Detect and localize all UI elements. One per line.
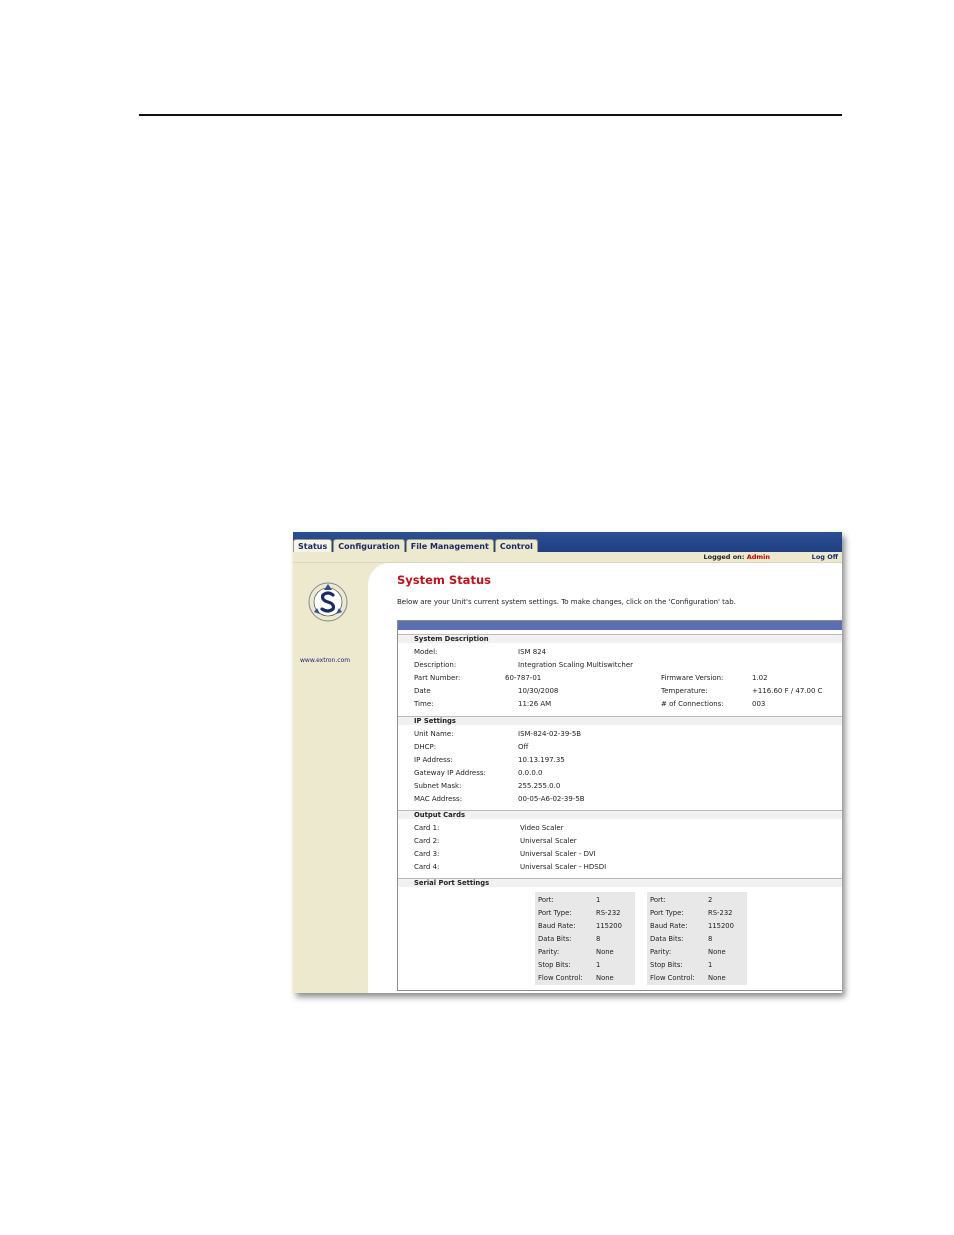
stop-bits-label: Stop Bits: bbox=[538, 961, 571, 969]
sys-value-date: 10/30/2008 bbox=[518, 687, 559, 695]
logged-on-status: Logged on: Admin bbox=[703, 553, 770, 561]
port-type-value: RS-232 bbox=[708, 909, 733, 917]
port-type-label: Port Type: bbox=[538, 909, 572, 917]
section-system-description: System Description bbox=[398, 634, 842, 643]
sidebar: www.extron.com bbox=[293, 563, 368, 993]
card-value-1: Video Scaler bbox=[520, 824, 564, 832]
flow-control-label: Flow Control: bbox=[650, 974, 695, 982]
sys-value-time: 11:26 AM bbox=[518, 700, 552, 708]
port-label: Port: bbox=[538, 896, 554, 904]
flow-control-label: Flow Control: bbox=[538, 974, 583, 982]
data-bits-value: 8 bbox=[708, 935, 713, 943]
sys-value-part-number: 60-787-01 bbox=[505, 674, 542, 682]
tab-file-management[interactable]: File Management bbox=[405, 539, 494, 553]
serial-port-card: Port: 1 Port Type: RS-232 Baud Rate: 115… bbox=[535, 892, 635, 985]
section-serial-port-settings: Serial Port Settings bbox=[398, 878, 842, 887]
data-bits-label: Data Bits: bbox=[538, 935, 572, 943]
data-bits-label: Data Bits: bbox=[650, 935, 684, 943]
tab-status[interactable]: Status bbox=[293, 539, 333, 553]
ip-label-dhcp: DHCP: bbox=[414, 743, 437, 751]
sys-label-time: Time: bbox=[414, 700, 434, 708]
ip-value-unit-name: ISM-824-02-39-5B bbox=[518, 730, 582, 738]
ip-label-ip-address: IP Address: bbox=[414, 756, 453, 764]
sys-value-firmware: 1.02 bbox=[752, 674, 768, 682]
sys-label-description: Description: bbox=[414, 661, 457, 669]
tab-bar: Status Configuration File Management Con… bbox=[293, 539, 539, 553]
ip-label-subnet: Subnet Mask: bbox=[414, 782, 462, 790]
sys-label-temperature: Temperature: bbox=[661, 687, 708, 695]
intro-text: Below are your Unit's current system set… bbox=[397, 598, 736, 606]
stop-bits-label: Stop Bits: bbox=[650, 961, 683, 969]
port-type-value: RS-232 bbox=[596, 909, 621, 917]
sys-label-connections: # of Connections: bbox=[661, 700, 724, 708]
sys-value-connections: 003 bbox=[752, 700, 766, 708]
baud-rate-value: 115200 bbox=[708, 922, 734, 930]
sys-label-model: Model: bbox=[414, 648, 438, 656]
ip-value-ip-address: 10.13.197.35 bbox=[518, 756, 565, 764]
ip-label-mac: MAC Address: bbox=[414, 795, 463, 803]
card-label-3: Card 3: bbox=[414, 850, 440, 858]
port-value: 1 bbox=[596, 896, 601, 904]
parity-value: None bbox=[596, 948, 614, 956]
sys-value-temperature: +116.60 F / 47.00 C bbox=[752, 687, 823, 695]
parity-label: Parity: bbox=[650, 948, 672, 956]
card-label-1: Card 1: bbox=[414, 824, 440, 832]
card-label-2: Card 2: bbox=[414, 837, 440, 845]
baud-rate-label: Baud Rate: bbox=[650, 922, 688, 930]
browser-screenshot: Status Configuration File Management Con… bbox=[293, 532, 842, 993]
sys-label-date: Date bbox=[414, 687, 431, 695]
sys-value-model: ISM 824 bbox=[518, 648, 547, 656]
page-header-rule bbox=[139, 114, 842, 116]
card-value-3: Universal Scaler - DVI bbox=[520, 850, 596, 858]
tab-configuration[interactable]: Configuration bbox=[333, 539, 405, 553]
section-ip-settings: IP Settings bbox=[398, 716, 842, 725]
card-label-4: Card 4: bbox=[414, 863, 440, 871]
baud-rate-label: Baud Rate: bbox=[538, 922, 576, 930]
tab-control[interactable]: Control bbox=[494, 539, 538, 553]
serial-port-card: Port: 2 Port Type: RS-232 Baud Rate: 115… bbox=[647, 892, 747, 985]
sys-value-description: Integration Scaling Multiswitcher bbox=[518, 661, 634, 669]
sys-label-firmware: Firmware Version: bbox=[661, 674, 724, 682]
ip-value-mac: 00-05-A6-02-39-5B bbox=[518, 795, 585, 803]
sys-label-part-number: Part Number: bbox=[414, 674, 461, 682]
flow-control-value: None bbox=[596, 974, 614, 982]
parity-label: Parity: bbox=[538, 948, 560, 956]
page-title: System Status bbox=[397, 573, 491, 587]
port-label: Port: bbox=[650, 896, 666, 904]
stop-bits-value: 1 bbox=[708, 961, 713, 969]
status-panel-header bbox=[398, 621, 842, 630]
ip-label-unit-name: Unit Name: bbox=[414, 730, 454, 738]
port-value: 2 bbox=[708, 896, 713, 904]
extron-logo-icon bbox=[308, 582, 348, 622]
card-value-2: Universal Scaler bbox=[520, 837, 577, 845]
section-output-cards: Output Cards bbox=[398, 810, 842, 819]
ip-label-gateway: Gateway IP Address: bbox=[414, 769, 486, 777]
data-bits-value: 8 bbox=[596, 935, 601, 943]
baud-rate-value: 115200 bbox=[596, 922, 622, 930]
logged-on-user: Admin bbox=[746, 553, 770, 561]
logo-url[interactable]: www.extron.com bbox=[300, 657, 350, 664]
port-type-label: Port Type: bbox=[650, 909, 684, 917]
card-value-4: Universal Scaler - HDSDI bbox=[520, 863, 607, 871]
top-banner: Status Configuration File Management Con… bbox=[293, 532, 842, 553]
ip-value-gateway: 0.0.0.0 bbox=[518, 769, 543, 777]
log-off-link[interactable]: Log Off bbox=[812, 553, 838, 561]
parity-value: None bbox=[708, 948, 726, 956]
ip-value-dhcp: Off bbox=[518, 743, 529, 751]
logged-on-label: Logged on: bbox=[703, 553, 745, 561]
status-panel: System Description Model: ISM 824 Descri… bbox=[397, 620, 842, 991]
stop-bits-value: 1 bbox=[596, 961, 601, 969]
ip-value-subnet: 255.255.0.0 bbox=[518, 782, 561, 790]
flow-control-value: None bbox=[708, 974, 726, 982]
